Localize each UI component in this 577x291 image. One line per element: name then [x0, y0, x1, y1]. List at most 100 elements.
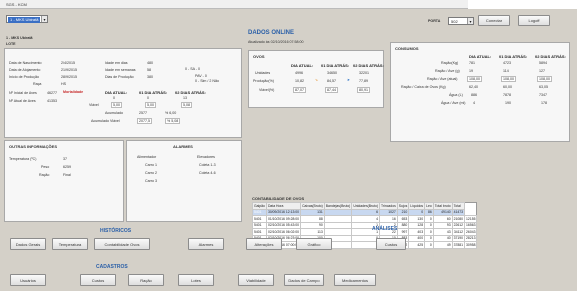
lote-value-1: 21/9/2015: [61, 68, 77, 72]
chevron-down-icon: ▾: [467, 18, 473, 24]
mort-dois-dias-header: 02 DIAS ATRÁS:: [175, 90, 206, 95]
alarmes-title: ALARMES: [173, 144, 193, 149]
medicamentos-button[interactable]: Medicamentos: [334, 274, 376, 286]
cons-r4-v1: 7878: [503, 93, 511, 97]
mort-dia-atual-header: DIA ATUAL:: [105, 90, 128, 95]
outras-label-1: Peso: [41, 165, 50, 169]
lotes-button[interactable]: Lotes: [178, 274, 214, 286]
cons-r3-v0: 62,40: [469, 85, 478, 89]
lote-value2-2: 380: [147, 75, 153, 79]
aves-inicial-label: Nº Inicial de Aves: [9, 91, 37, 95]
cons-r0-v2: 5894: [539, 61, 547, 65]
lote-value-3: HS: [61, 82, 66, 86]
ovos-row1-v0: 10,82: [295, 79, 304, 83]
cons-label-5: Água / Ave (ml): [441, 101, 466, 105]
alteracoes-button[interactable]: Alterações: [246, 238, 282, 250]
cons-r4-v2: 7347: [539, 93, 547, 97]
ovos-row2-v2: 80,91: [357, 87, 370, 93]
alarme-right-1: Coleta 1-3: [199, 163, 216, 167]
alarme-left-2: Carro 2: [145, 171, 157, 175]
cons-label-4: Água (L): [449, 93, 463, 97]
outras-label-2: Ração: [39, 173, 50, 177]
dados-gerais-button[interactable]: Dados Gerais: [10, 238, 46, 250]
lote-label2-1: Idade em semanas: [105, 68, 136, 72]
viavel-val-1: 5,00: [145, 102, 156, 108]
contabilidade-title: CONTABILIDADE DE OVOS: [252, 196, 305, 201]
lote-label2-2: Dias de Produção: [105, 75, 134, 79]
cons-dia-atual-header: DIA ATUAL:: [469, 54, 492, 59]
cons-label-2: Ração / Ave (atual): [427, 77, 458, 81]
usuarios-button[interactable]: Usuários: [10, 274, 46, 286]
ovos-row0-v0: 4996: [295, 71, 303, 75]
cons-r5-v0: 4: [473, 101, 475, 105]
titlebar-blank: [468, 0, 577, 9]
aves-inicial-value: 46277: [47, 91, 57, 95]
cons-label-0: Ração(Kg): [441, 61, 459, 65]
cons-r0-v1: 4723: [503, 61, 511, 65]
window-title: SGS - KCM: [6, 2, 27, 7]
outras-value-2: Final: [63, 173, 71, 177]
temperatura-button[interactable]: Temperatura: [52, 238, 88, 250]
contabilidade-ovos-button[interactable]: Contabilidade Ovos: [94, 238, 150, 250]
contabilidade-table: Galpão Data Hora Caixas(Bruto) Bandejas(…: [252, 202, 478, 249]
cons-r2-v1: 108,00: [501, 76, 516, 82]
analises-title: ANÁLISES: [372, 226, 398, 232]
racao-button[interactable]: Ração: [128, 274, 164, 286]
cons-um-dia-header: 01 DIA ATRÁS:: [499, 54, 528, 59]
lote-label-0: Data de Nascimento: [9, 61, 42, 65]
shed-name: 1 - MKS Ubiratã: [6, 36, 33, 40]
table-cell: 425: [408, 241, 426, 249]
lote-label-3: Raça: [33, 82, 42, 86]
conectar-button[interactable]: Conectar: [478, 15, 510, 26]
cons-r5-v1: 190: [505, 101, 511, 105]
aves-atual-value: 41353: [47, 99, 57, 103]
viabilidade-button[interactable]: Viabilidade: [238, 274, 274, 286]
alarme-left-1: Carro 1: [145, 163, 157, 167]
ovos-row1-v2: 77,89: [359, 79, 368, 83]
logoff-button[interactable]: Logoff: [518, 15, 550, 26]
cons-r1-v2: 127: [539, 69, 545, 73]
porta-select[interactable]: 502 ▾: [448, 17, 474, 25]
mort-val-0: 0: [113, 96, 115, 100]
shed-select-value: 1 - MKS Ubiratã: [8, 17, 41, 23]
grafico-button[interactable]: Gráfico: [296, 238, 332, 250]
cons-r2-v0: 108,00: [467, 76, 482, 82]
acum-val-0: 2577: [139, 111, 147, 115]
chevron-down-icon: ▾: [41, 16, 47, 22]
consumos-panel: CONSUMOS DIA ATUAL: 01 DIA ATRÁS: 02 DIA…: [390, 42, 570, 142]
acum-viavel-val-1: % 5,08: [165, 118, 181, 124]
ovos-row0-v1: 34650: [327, 71, 337, 75]
dados-campo-button[interactable]: Dados de Campo: [284, 274, 324, 286]
outras-panel: OUTRAS INFORMAÇÕES Temperatura (ºC) 37 P…: [4, 140, 124, 222]
table-row[interactable]: 540102/10/2016 07:00:0010401622425049378…: [252, 241, 478, 249]
custos-button[interactable]: Custos: [80, 274, 116, 286]
cadastros-title: CADASTROS: [96, 264, 128, 270]
custos-analise-button[interactable]: Custos: [376, 238, 406, 250]
alarmes-panel: ALARMES Alimentador Carro 1 Carro 2 Carr…: [126, 140, 242, 222]
lote-value-0: 2/4/2015: [61, 61, 75, 65]
ovos-dia-atual-header: DIA ATUAL:: [291, 63, 314, 68]
porta-value: 502: [451, 19, 458, 24]
cons-r5-v2: 178: [541, 101, 547, 105]
arrow-down-icon: ➘: [315, 78, 319, 82]
alarme-right-0: Elevadores: [197, 155, 215, 159]
lote-label-1: Data de Alojamento: [9, 68, 41, 72]
shed-select[interactable]: 1 - MKS Ubiratã ▾: [6, 15, 48, 23]
outras-label-0: Temperatura (ºC): [9, 157, 37, 161]
acum-viavel-label: Acumulado Viável: [91, 119, 120, 123]
ovos-row-label-2: Viável(%): [259, 88, 275, 92]
outras-value-0: 37: [63, 157, 67, 161]
cons-label-1: Ração / Ave (g): [435, 69, 460, 73]
ovos-dois-dias-header: 02 DIAS ATRÁS:: [353, 63, 384, 68]
ovos-row1-v1: 84,57: [327, 79, 336, 83]
mort-val-2: 13: [183, 96, 187, 100]
ovos-row2-v0: 87,07: [293, 87, 306, 93]
lote-extra-1: PAV - 0: [195, 74, 207, 78]
table-cell: 0: [424, 241, 434, 249]
lote-label: LOTE: [6, 42, 16, 46]
alarmes-button[interactable]: Alarmes: [188, 238, 224, 250]
acum-label: Acumulado: [105, 111, 123, 115]
ovos-row-label-1: Produção(%): [253, 79, 274, 83]
lote-value2-1: 58: [147, 68, 151, 72]
table-cell: 30958: [464, 241, 478, 249]
